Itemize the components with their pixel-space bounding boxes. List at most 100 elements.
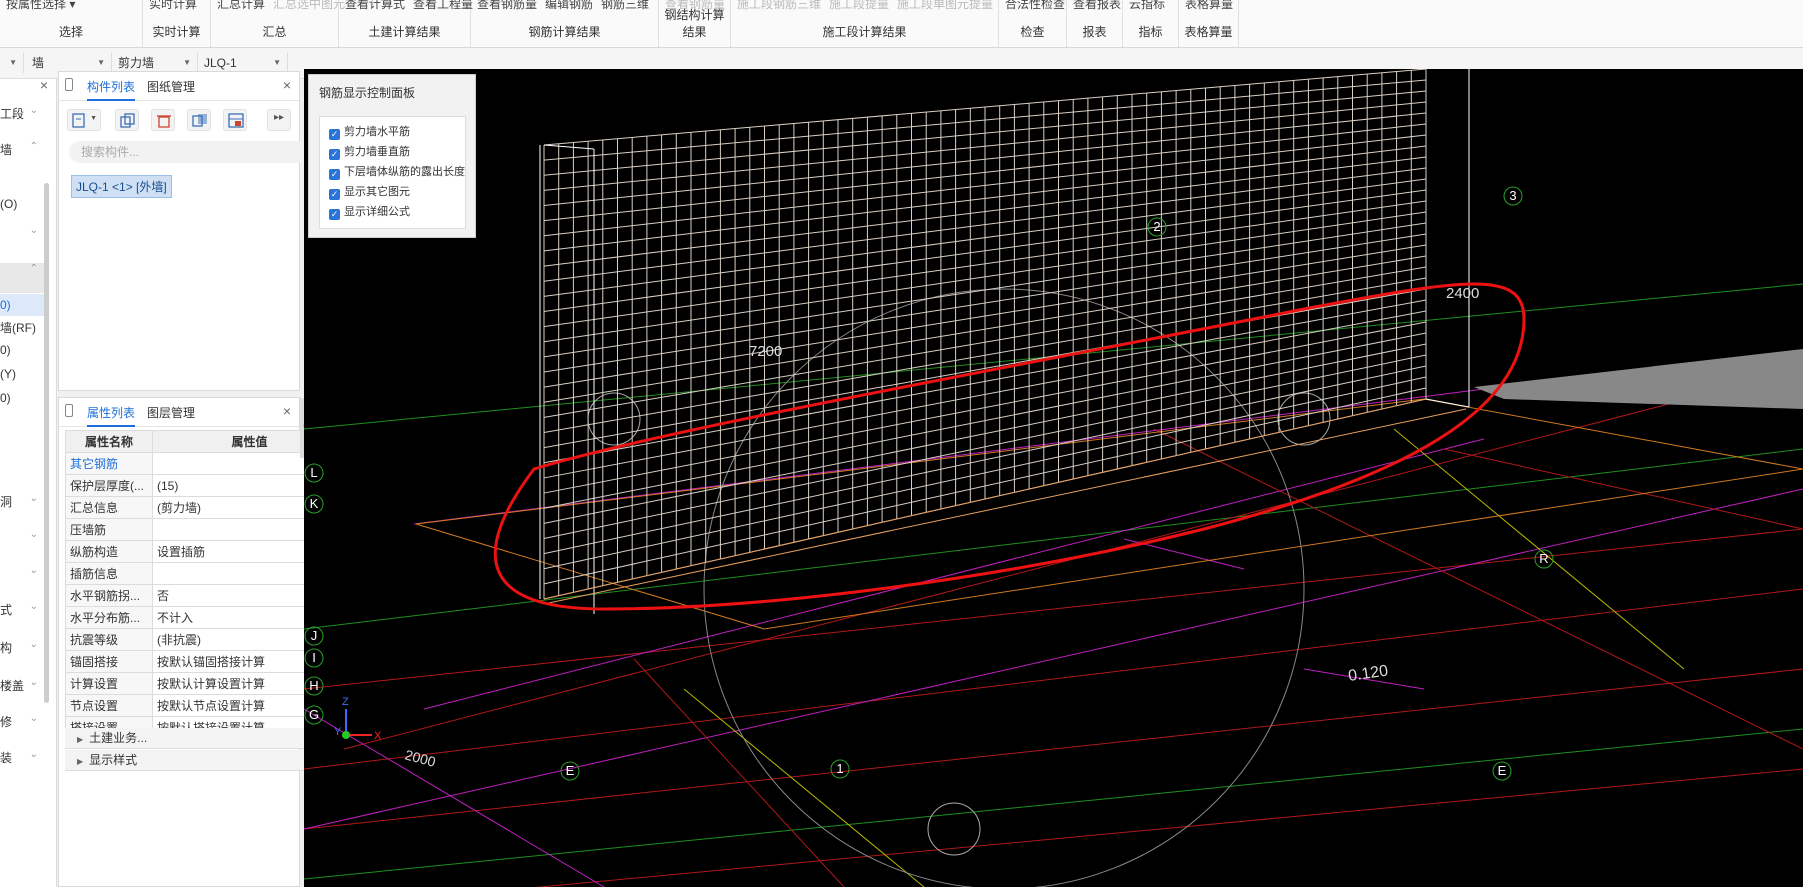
tab-property-list[interactable]: 属性列表 <box>87 404 136 427</box>
left-navigation: × 工段 ⌄ 墙 ⌃ (O) ⌄ ⌃ 0) 墙(RF) 0) (Y) 0) 洞 ⌄ ⌄ ⌄ 式 ⌄ 构 ⌄ 楼盖 ⌄ 修 ⌄ 装… <box>0 77 57 887</box>
layer-button[interactable] <box>223 109 247 131</box>
more-button[interactable]: ▸▸ <box>267 109 291 131</box>
copy-icon <box>120 113 135 128</box>
checkbox-icon[interactable]: ✓ <box>329 149 340 160</box>
ribbon-button[interactable]: 查看计算式 <box>345 0 405 11</box>
ribbon-group-label: 施工段计算结果 <box>822 25 907 39</box>
checkbox-icon[interactable]: ✓ <box>329 189 340 200</box>
checkbox-icon[interactable]: ✓ <box>329 129 340 140</box>
checkbox-icon[interactable]: ✓ <box>329 169 340 180</box>
nav-item[interactable]: (O) <box>0 197 48 211</box>
nav-item[interactable]: 式 ⌄ <box>0 601 48 618</box>
gizmo-z: Z <box>342 696 349 708</box>
ribbon-button[interactable]: 云指标 <box>1129 0 1165 11</box>
close-icon[interactable]: × <box>283 403 291 419</box>
nav-item[interactable]: 楼盖 ⌄ <box>0 677 48 694</box>
nav-item[interactable]: 0) <box>0 391 48 405</box>
duplicate-button[interactable] <box>187 109 211 131</box>
chevron-icon[interactable]: ⌄ <box>30 601 38 612</box>
ribbon-button[interactable]: 施工段提量 <box>829 0 889 11</box>
pin-icon[interactable] <box>65 404 73 417</box>
ribbon-group-items: 施工段钢筋三维 施工段提量 施工段单图元提量 <box>737 0 1001 12</box>
ribbon-button[interactable]: 按属性选择 ▾ <box>6 0 75 11</box>
nav-item[interactable]: 墙 ⌃ <box>0 141 48 158</box>
ribbon-button[interactable]: 表格算量 <box>1185 0 1233 11</box>
chevron-icon[interactable]: ⌄ <box>30 225 38 236</box>
ribbon-group: 汇总计算 汇总选中图元 汇总 <box>211 0 345 47</box>
close-icon[interactable]: × <box>283 77 291 93</box>
nav-item[interactable]: 构 ⌄ <box>0 639 48 656</box>
ribbon-button[interactable]: 查看报表 <box>1073 0 1121 11</box>
display-option-checkbox[interactable]: ✓ 下层墙体纵筋的露出长度 <box>329 164 465 180</box>
ribbon-group-label: 表格算量 <box>1184 25 1233 39</box>
ribbon-button[interactable]: 施工段单图元提量 <box>897 0 993 11</box>
component-item-jlq1[interactable]: JLQ-1 <1> [外墙] <box>71 175 172 198</box>
copy-button[interactable] <box>115 109 139 131</box>
nav-scrollbar[interactable] <box>44 183 49 703</box>
chevron-icon[interactable]: ⌄ <box>30 565 38 576</box>
chevron-icon[interactable]: ⌄ <box>30 677 38 688</box>
tab-component-list[interactable]: 构件列表 <box>87 78 136 101</box>
tab-layer-management[interactable]: 图层管理 <box>147 404 195 421</box>
component-panel-tabs: 构件列表 图纸管理 × <box>59 72 299 101</box>
ribbon-button[interactable]: 查看工程量 <box>413 0 473 11</box>
chevron-icon[interactable]: ⌄ <box>30 713 38 724</box>
ribbon-group-items: 汇总计算 汇总选中图元 <box>217 0 353 12</box>
chevron-icon[interactable]: ⌄ <box>30 105 38 116</box>
ribbon-group-label: 钢结构计算结果 <box>664 8 725 39</box>
nav-item[interactable]: 0) <box>0 294 48 316</box>
ribbon-button[interactable]: 实时计算 <box>149 0 197 11</box>
nav-item[interactable]: 修 ⌄ <box>0 713 48 730</box>
display-option-checkbox[interactable]: ✓ 剪力墙垂直筋 <box>329 144 410 160</box>
nav-item[interactable]: 0) <box>0 343 48 357</box>
nav-item-label: 楼盖 <box>0 679 25 693</box>
chevron-icon[interactable]: ⌄ <box>30 749 38 760</box>
ribbon-group: 按属性选择 ▾ 选择 <box>0 0 143 47</box>
display-option-checkbox[interactable]: ✓ 剪力墙水平筋 <box>329 124 410 140</box>
axis-label: K <box>310 496 319 511</box>
ribbon-button[interactable]: 汇总选中图元 <box>273 0 345 11</box>
type-combo[interactable]: 剪力墙 ▼ <box>114 53 198 73</box>
rebar-3d-drawing[interactable]: 7200 2400 0.120 2000 L K JIHG 3 2 R 1 E E X Y Z <box>304 69 1803 887</box>
ribbon-button[interactable]: 编辑钢筋 <box>545 0 593 11</box>
nav-item[interactable]: 工段 ⌄ <box>0 105 48 122</box>
element-value: JLQ-1 <box>204 56 237 70</box>
component-search-input[interactable]: 搜索构件... ⚲ <box>69 141 326 163</box>
nav-item[interactable]: 洞 ⌄ <box>0 493 48 510</box>
element-combo[interactable]: JLQ-1 ▼ <box>200 53 288 73</box>
display-option-checkbox[interactable]: ✓ 显示其它图元 <box>329 184 410 200</box>
ribbon-group: 实时计算 实时计算 <box>143 0 211 47</box>
ribbon-button[interactable]: 查看钢筋量 <box>477 0 537 11</box>
ribbon-group: 查看钢筋量 钢结构计算结果 <box>659 0 731 47</box>
ribbon-group-label: 指标 <box>1138 25 1163 39</box>
display-option-checkbox[interactable]: ✓ 显示详细公式 <box>329 204 410 220</box>
axis-label: I <box>312 650 316 665</box>
property-name: 压墙筋 <box>65 518 153 541</box>
ribbon-button[interactable]: 钢筋三维 <box>601 0 649 11</box>
nav-item[interactable]: 装 ⌄ <box>0 749 48 766</box>
ribbon-button[interactable]: 汇总计算 <box>217 0 265 11</box>
category-combo[interactable]: 墙 ▼ <box>28 53 112 73</box>
pin-icon[interactable] <box>65 78 73 91</box>
nav-item[interactable]: ⌃ <box>0 263 48 293</box>
delete-button[interactable] <box>151 109 175 131</box>
chevron-icon[interactable]: ⌄ <box>30 529 38 540</box>
chevron-icon[interactable]: ⌃ <box>30 263 38 274</box>
property-list-panel: 属性列表 图层管理 × 属性名称 属性值 其它钢筋 保护层厚度(... (15) 汇总… <box>58 397 347 887</box>
close-icon[interactable]: × <box>40 77 48 93</box>
chevron-icon[interactable]: ⌃ <box>30 141 38 152</box>
rebar-line <box>1425 398 1470 408</box>
tab-drawing-management[interactable]: 图纸管理 <box>147 78 195 95</box>
chevron-icon[interactable]: ⌄ <box>30 493 38 504</box>
nav-item[interactable]: 墙(RF) <box>0 319 48 336</box>
nav-item-label: 0) <box>0 298 11 312</box>
3d-viewport[interactable]: 7200 2400 0.120 2000 L K JIHG 3 2 R 1 E E X Y Z <box>304 69 1803 887</box>
nav-item-label: 构 <box>0 641 13 655</box>
ribbon-button[interactable]: 合法性检查 <box>1005 0 1065 11</box>
nav-item[interactable]: (Y) <box>0 367 48 381</box>
floor-combo[interactable]: ▼ <box>0 53 24 73</box>
chevron-icon[interactable]: ⌄ <box>30 639 38 650</box>
checkbox-icon[interactable]: ✓ <box>329 209 340 220</box>
ribbon-button[interactable]: 施工段钢筋三维 <box>737 0 821 11</box>
new-component-button[interactable]: ▼ <box>67 109 101 131</box>
